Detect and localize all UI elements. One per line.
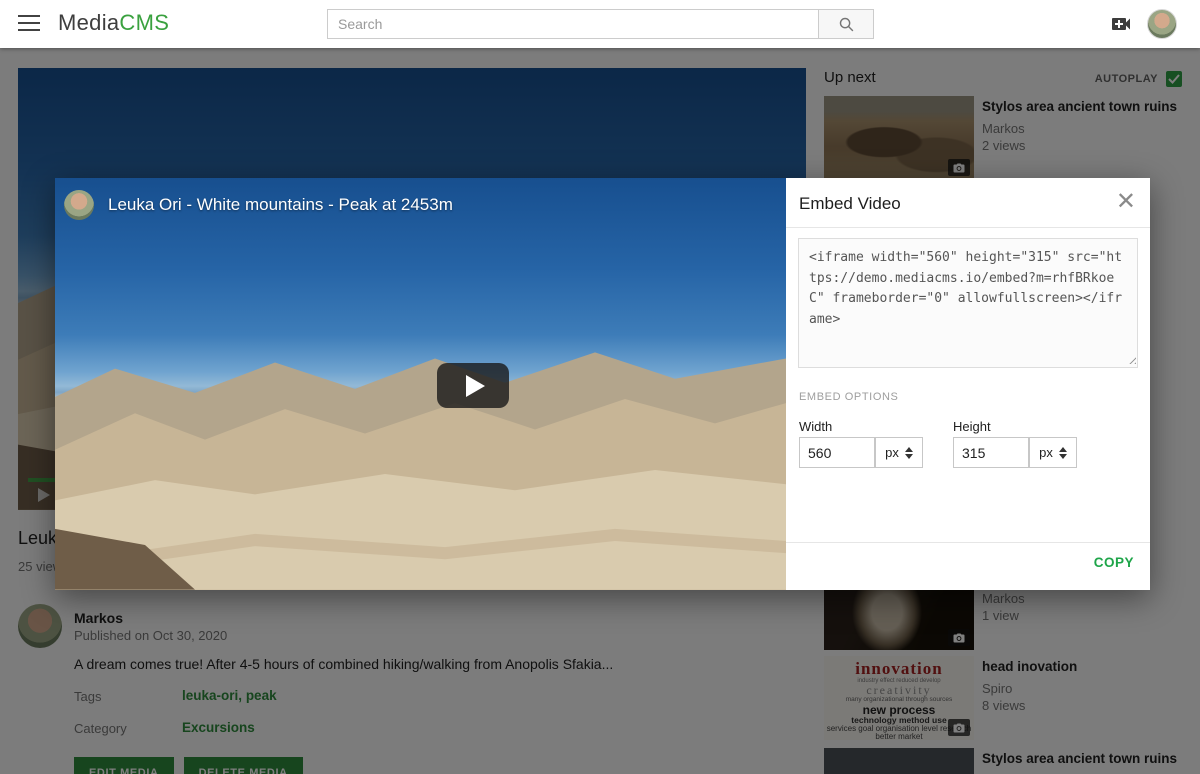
logo[interactable]: MediaCMS [58, 10, 169, 36]
embed-video-modal: Leuka Ori - White mountains - Peak at 24… [55, 178, 1150, 590]
unit-value: px [885, 445, 899, 460]
avatar[interactable] [64, 190, 94, 220]
user-avatar[interactable] [1147, 9, 1177, 39]
width-input[interactable] [799, 437, 875, 468]
height-label: Height [953, 419, 991, 434]
spinner-arrows-icon [1059, 447, 1067, 459]
menu-icon[interactable] [18, 15, 40, 33]
unit-value: px [1039, 445, 1053, 460]
preview-header: Leuka Ori - White mountains - Peak at 24… [64, 190, 453, 220]
search-button[interactable] [819, 9, 874, 39]
logo-text-cms: CMS [119, 10, 169, 35]
embed-panel: Embed Video ✕ <iframe width="560" height… [786, 178, 1150, 590]
search-bar [327, 9, 874, 39]
preview-play-button[interactable] [437, 363, 509, 408]
mountains-graphic [55, 326, 786, 590]
logo-text-media: Media [58, 10, 119, 35]
embed-code-textarea[interactable]: <iframe width="560" height="315" src="ht… [798, 238, 1138, 368]
play-icon [466, 375, 485, 397]
embed-code-box: <iframe width="560" height="315" src="ht… [798, 238, 1138, 368]
preview-frame-image [55, 178, 786, 590]
embed-options-label: EMBED OPTIONS [799, 391, 898, 403]
modal-title: Embed Video [799, 194, 901, 214]
preview-video-title: Leuka Ori - White mountains - Peak at 24… [108, 195, 453, 215]
copy-button[interactable]: COPY [1094, 555, 1134, 570]
search-icon [838, 16, 855, 33]
search-input[interactable] [327, 9, 819, 39]
width-label: Width [799, 419, 832, 434]
divider [786, 227, 1150, 228]
top-bar: MediaCMS [0, 0, 1200, 48]
upload-media-icon[interactable] [1108, 12, 1134, 36]
divider [786, 542, 1150, 543]
embed-preview-player[interactable]: Leuka Ori - White mountains - Peak at 24… [55, 178, 786, 590]
height-input[interactable] [953, 437, 1029, 468]
height-unit-select[interactable]: px [1029, 437, 1077, 468]
spinner-arrows-icon [905, 447, 913, 459]
close-icon[interactable]: ✕ [1116, 190, 1136, 214]
page: Leuka Ori - White mountains - Peak at 24… [0, 0, 1200, 774]
width-unit-select[interactable]: px [875, 437, 923, 468]
